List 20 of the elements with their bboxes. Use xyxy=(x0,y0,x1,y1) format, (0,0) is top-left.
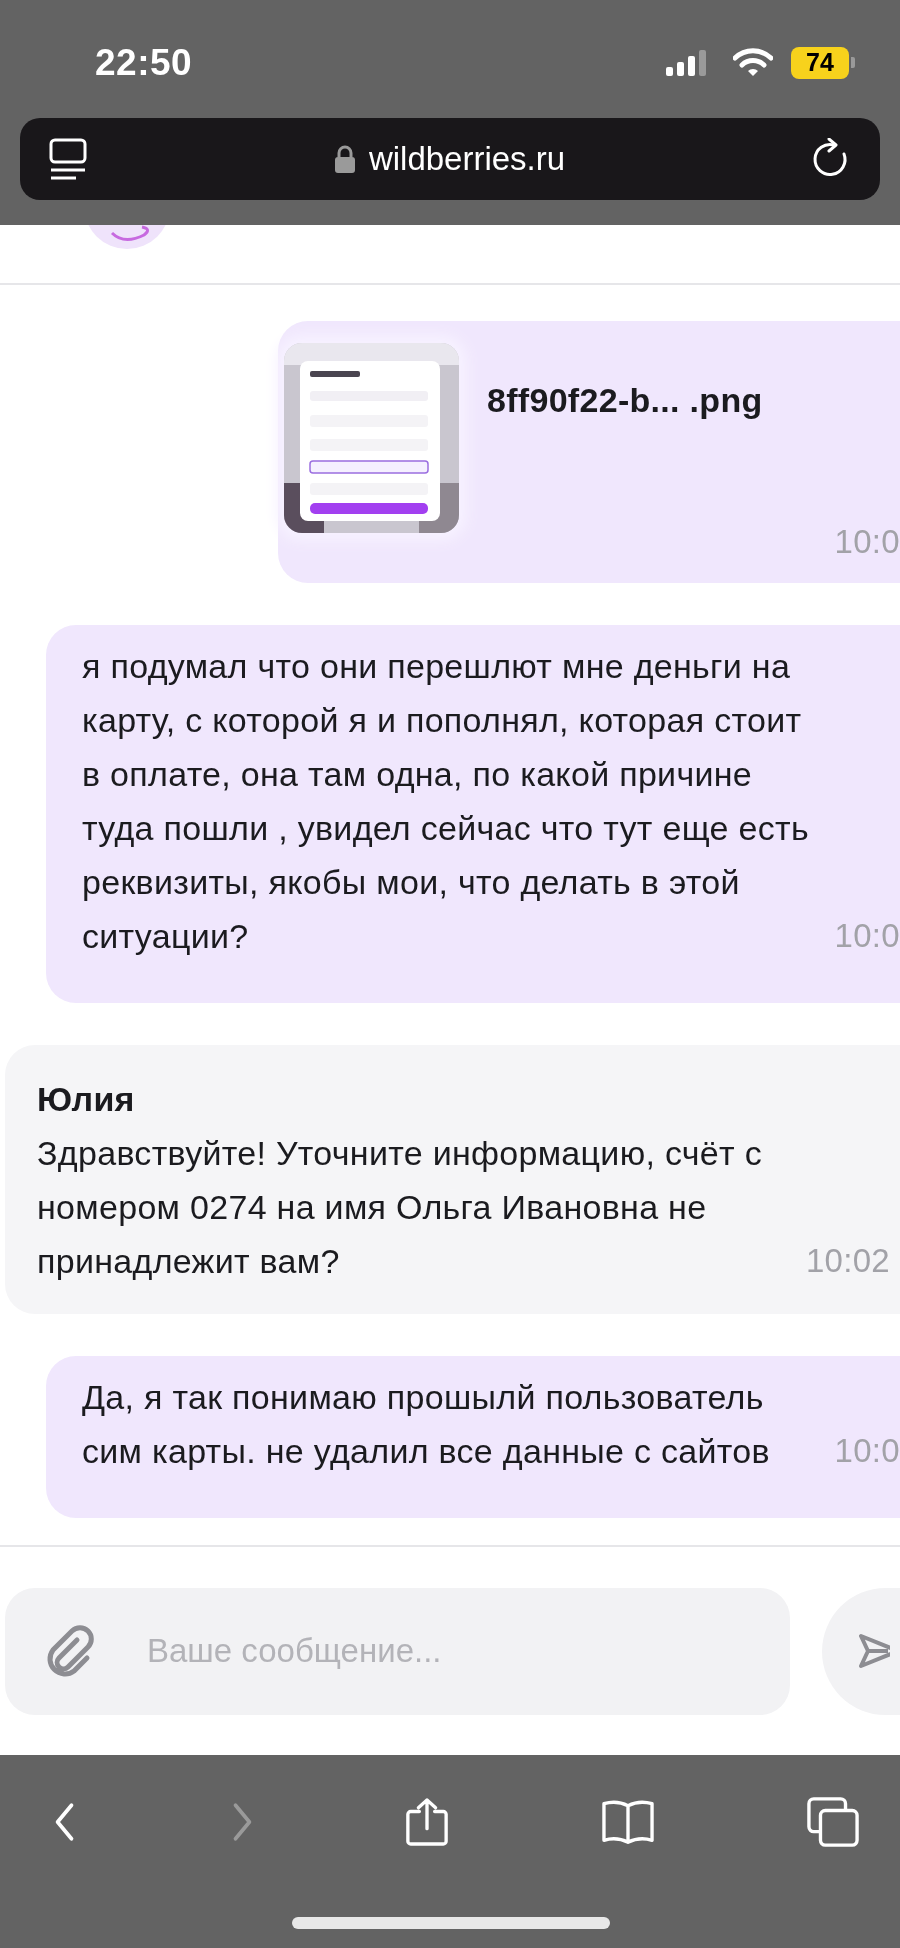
author-name: Юлия xyxy=(37,1079,136,1120)
message-time: 10:02 xyxy=(805,1241,890,1281)
status-time: 22:50 xyxy=(95,41,193,84)
message-field[interactable]: Ваше сообщение... xyxy=(147,1632,760,1670)
signal-icon xyxy=(666,49,707,76)
tabs-button[interactable] xyxy=(806,1796,860,1848)
file-name[interactable]: 8ff90f22-b... .png xyxy=(487,373,763,515)
message-time: 10:0 xyxy=(834,522,900,562)
url-text: wildberries.ru xyxy=(368,140,566,178)
wifi-icon xyxy=(733,48,773,77)
message-text: я подумал что они перешлют мне деньги на карту, с которой я и пополнял, которая стоит в оплате, она там одна, по какой причине туда пошли , увидел сейчас что тут еще есть реквизиты, якобы мои, что делать в этой ситуации? xyxy=(82,647,809,955)
reader-icon[interactable] xyxy=(48,138,88,180)
message-text: Здравствуйте! Уточните информацию, счёт с номером 0274 на имя Ольга Ивановна не принадлежит вам? xyxy=(37,1134,762,1280)
lock-icon xyxy=(334,145,355,173)
share-button[interactable] xyxy=(405,1797,449,1847)
message-time: 10:0 xyxy=(834,1431,900,1471)
send-icon xyxy=(858,1633,890,1669)
message-text: Да, я так понимаю прошылй пользователь сим карты. не удалил все данные с сайтов xyxy=(82,1378,770,1470)
message-time: 10:0 xyxy=(834,916,900,956)
address-bar[interactable]: wildberries.ru xyxy=(20,118,880,200)
